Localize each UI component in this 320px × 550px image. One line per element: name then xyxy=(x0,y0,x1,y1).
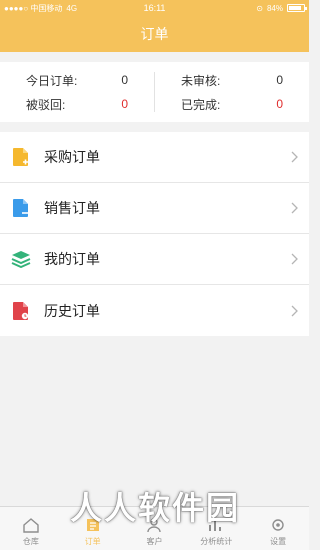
tab-settings[interactable]: 设置 xyxy=(247,507,309,550)
unreviewed-label: 未审核: xyxy=(181,73,221,88)
page-title: 订单 xyxy=(140,26,169,42)
summary-right-column: 未审核: 0 已完成: 0 xyxy=(155,62,309,122)
tab-analytics[interactable]: 分析统计 xyxy=(185,507,247,550)
rejected-row: 被驳回: 0 xyxy=(26,94,128,114)
tab-label: 客户 xyxy=(146,537,163,546)
tab-orders[interactable]: 订单 xyxy=(62,507,124,550)
menu-item-sales-orders[interactable]: 销售订单 xyxy=(0,183,309,234)
chevron-right-icon xyxy=(291,253,298,265)
completed-value: 0 xyxy=(276,97,283,111)
tab-bar: 仓库 订单 客户 分析统计 设置 xyxy=(0,506,309,550)
analytics-icon xyxy=(209,521,222,531)
status-time: 16:11 xyxy=(143,3,166,13)
chevron-right-icon xyxy=(291,202,298,214)
completed-label: 已完成: xyxy=(181,97,221,112)
stack-layers-icon xyxy=(11,249,31,269)
today-orders-value: 0 xyxy=(121,73,128,87)
menu-item-label: 采购订单 xyxy=(44,149,100,165)
menu-item-history-orders[interactable]: 历史订单 xyxy=(0,285,309,336)
completed-row: 已完成: 0 xyxy=(181,94,283,114)
today-orders-label: 今日订单: xyxy=(26,73,78,88)
menu-item-label: 历史订单 xyxy=(44,302,100,319)
rejected-value: 0 xyxy=(121,97,128,111)
history-doc-icon xyxy=(11,301,31,321)
tab-label: 分析统计 xyxy=(200,537,233,546)
settings-icon xyxy=(272,519,284,531)
customer-icon xyxy=(147,518,162,533)
sales-doc-icon xyxy=(11,198,31,218)
order-menu: 采购订单 销售订单 我的订单 历史订单 xyxy=(0,132,309,336)
tab-label: 订单 xyxy=(84,537,101,546)
tab-label: 仓库 xyxy=(22,537,39,546)
tab-label: 设置 xyxy=(270,537,287,546)
order-icon xyxy=(86,519,99,531)
menu-item-label: 我的订单 xyxy=(44,251,100,267)
menu-item-label: 销售订单 xyxy=(44,200,100,216)
status-bar: ●●●●○ 中国移动 4G 16:11 ⊙ 84% xyxy=(0,0,309,16)
menu-item-my-orders[interactable]: 我的订单 xyxy=(0,234,309,285)
battery-icon xyxy=(287,4,307,12)
order-summary-panel: 今日订单: 0 被驳回: 0 未审核: 0 已完成: 0 xyxy=(0,62,309,122)
unreviewed-row: 未审核: 0 xyxy=(181,70,283,90)
menu-item-purchase-orders[interactable]: 采购订单 xyxy=(0,132,309,183)
unreviewed-value: 0 xyxy=(276,73,283,87)
purchase-doc-icon xyxy=(11,147,31,167)
tab-warehouse[interactable]: 仓库 xyxy=(0,507,62,550)
home-icon xyxy=(23,518,39,533)
tab-customers[interactable]: 客户 xyxy=(124,507,186,550)
nav-bar: 订单 xyxy=(0,16,309,52)
summary-left-column: 今日订单: 0 被驳回: 0 xyxy=(0,62,154,122)
chevron-right-icon xyxy=(291,305,298,316)
rejected-label: 被驳回: xyxy=(26,97,66,112)
today-orders-row: 今日订单: 0 xyxy=(26,70,128,90)
chevron-right-icon xyxy=(291,151,298,163)
